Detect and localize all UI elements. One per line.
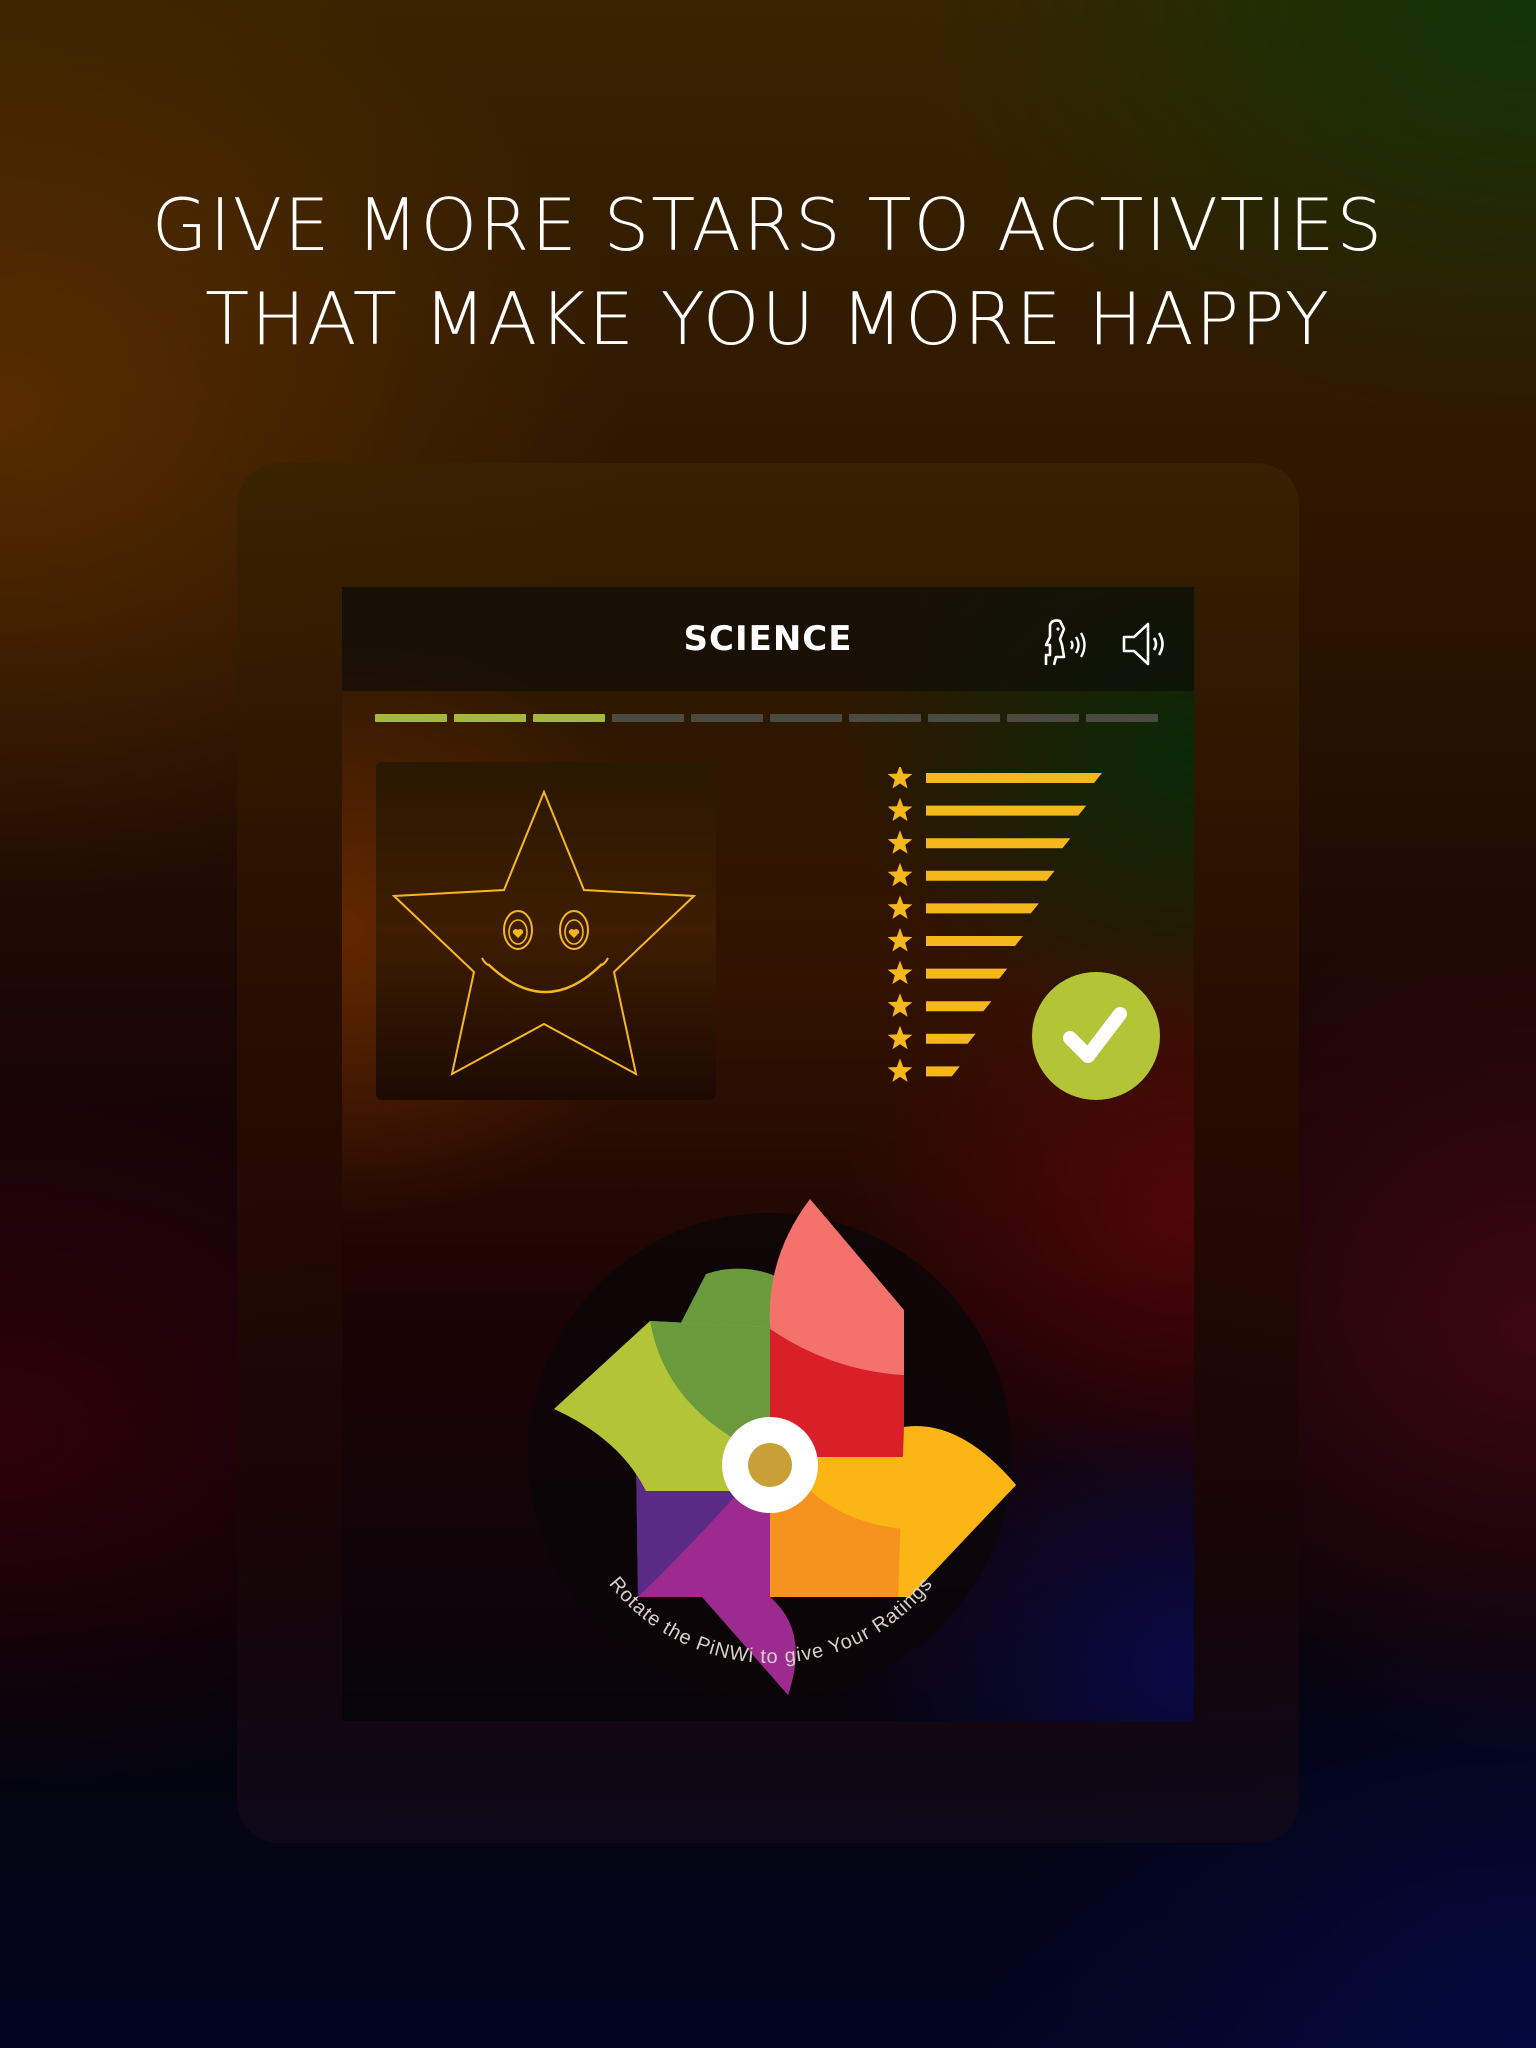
- rating-star-icon: [887, 928, 913, 952]
- progress-segment: [1086, 714, 1158, 722]
- rating-star-icon: [887, 1025, 913, 1050]
- rating-star-icon: [887, 993, 913, 1017]
- rating-star-icon: [887, 960, 913, 985]
- progress-segment: [454, 714, 526, 722]
- rating-bar: [926, 936, 1023, 946]
- rating-star-icon: [887, 830, 913, 854]
- rating-star-icon: [887, 862, 913, 887]
- rating-bar: [926, 805, 1087, 816]
- smiling-star-icon: [391, 789, 697, 1076]
- confirm-button[interactable]: [1032, 972, 1160, 1100]
- rating-star-icon: [887, 1058, 913, 1082]
- speaker-icon[interactable]: [1118, 617, 1170, 669]
- star-character-card: [376, 762, 716, 1100]
- rating-bar: [926, 1033, 976, 1044]
- rating-star-icon: [887, 797, 913, 822]
- checkmark-icon: [1063, 1007, 1127, 1063]
- headline-line-2: THAT MAKE YOU MORE HAPPY: [205, 277, 1331, 361]
- rating-star-icon: [887, 765, 913, 789]
- progress-segment: [849, 714, 921, 722]
- progress-segment: [928, 714, 1000, 722]
- progress-bar: [375, 714, 1158, 722]
- app-screen: SCIENCE Rotate the PiNWi to give Your Ra…: [342, 587, 1194, 1721]
- progress-segment: [770, 714, 842, 722]
- headline: GIVE MORE STARS TO ACTIVTIES THAT MAKE Y…: [0, 178, 1536, 366]
- pinwheel-control[interactable]: Rotate the PiNWi to give Your Ratings: [470, 1127, 1070, 1707]
- rating-bar: [926, 903, 1039, 914]
- header-bar: SCIENCE: [342, 587, 1194, 691]
- progress-segment: [1007, 714, 1079, 722]
- rating-bar: [926, 1066, 960, 1077]
- rating-bar: [926, 870, 1055, 881]
- rating-bar: [926, 838, 1071, 849]
- progress-segment: [691, 714, 763, 722]
- rating-bar: [926, 968, 1008, 979]
- rating-bar: [926, 1001, 992, 1012]
- rating-bar: [926, 773, 1102, 783]
- progress-segment: [375, 714, 447, 722]
- rating-star-icon: [887, 895, 913, 919]
- headline-line-1: GIVE MORE STARS TO ACTIVTIES: [151, 183, 1385, 267]
- progress-segment: [533, 714, 605, 722]
- speech-icon[interactable]: [1038, 617, 1090, 669]
- progress-segment: [612, 714, 684, 722]
